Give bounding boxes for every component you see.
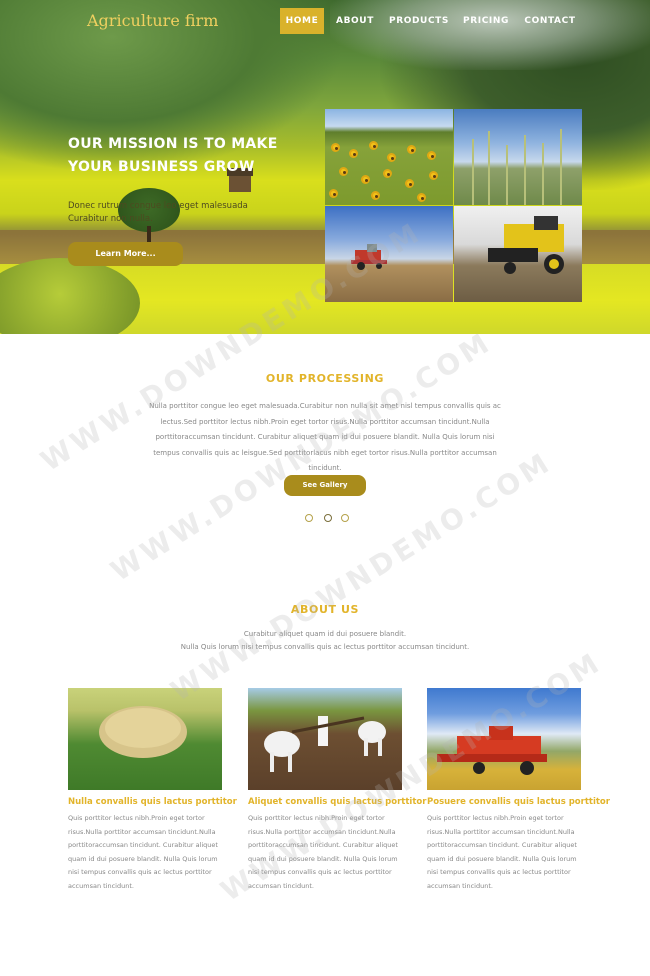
processing-title: OUR PROCESSING [265, 372, 385, 385]
oxen-icon [264, 716, 386, 772]
haystack-icon [99, 706, 187, 758]
carousel-dots [305, 514, 351, 523]
nav-products[interactable]: PRODUCTS [388, 8, 450, 34]
hero-title: OUR MISSION IS TO MAKE YOUR BUSINESS GRO… [68, 136, 278, 175]
carousel-dot[interactable] [305, 514, 313, 522]
sunflower-field-photo [325, 109, 453, 205]
oxen-plowing-photo[interactable] [248, 688, 402, 790]
nav-home[interactable]: HOME [280, 8, 324, 34]
nav-pricing[interactable]: PRICING [460, 8, 512, 34]
about-subtitle-line2: Nulla Quis lorum nisi tempus convallis q… [180, 643, 470, 651]
carousel-dot[interactable] [341, 514, 349, 522]
card-text-1: Quis porttitor lectus nibh.Proin eget to… [68, 814, 218, 890]
hero-background-bush [0, 258, 140, 334]
haystack-photo[interactable] [68, 688, 222, 790]
nav-about[interactable]: ABOUT [333, 8, 377, 34]
about-subtitle-line1: Curabitur aliquet quam id dui posuere bl… [243, 630, 407, 638]
card-title-1[interactable]: Nulla convallis quis lactus porttitor [68, 797, 237, 807]
card-text-3: Quis porttitor lectus nibh.Proin eget to… [427, 814, 577, 890]
main-nav: HOME ABOUT PRODUCTS PRICING CONTACT [0, 8, 650, 34]
hero-background-tree-trunk [147, 226, 151, 242]
combine-icon [488, 216, 564, 274]
hero-text: Donec rutrum congue leo eget malesuada C… [68, 201, 248, 224]
nav-contact[interactable]: CONTACT [522, 8, 578, 34]
combine-harvester-photo [454, 206, 582, 302]
wheat-field-photo [454, 109, 582, 205]
carousel-dot-active[interactable] [324, 514, 332, 522]
learn-more-button[interactable]: Learn More... [68, 242, 183, 266]
card-title-3[interactable]: Posuere convallis quis lactus porttitor [427, 797, 610, 807]
